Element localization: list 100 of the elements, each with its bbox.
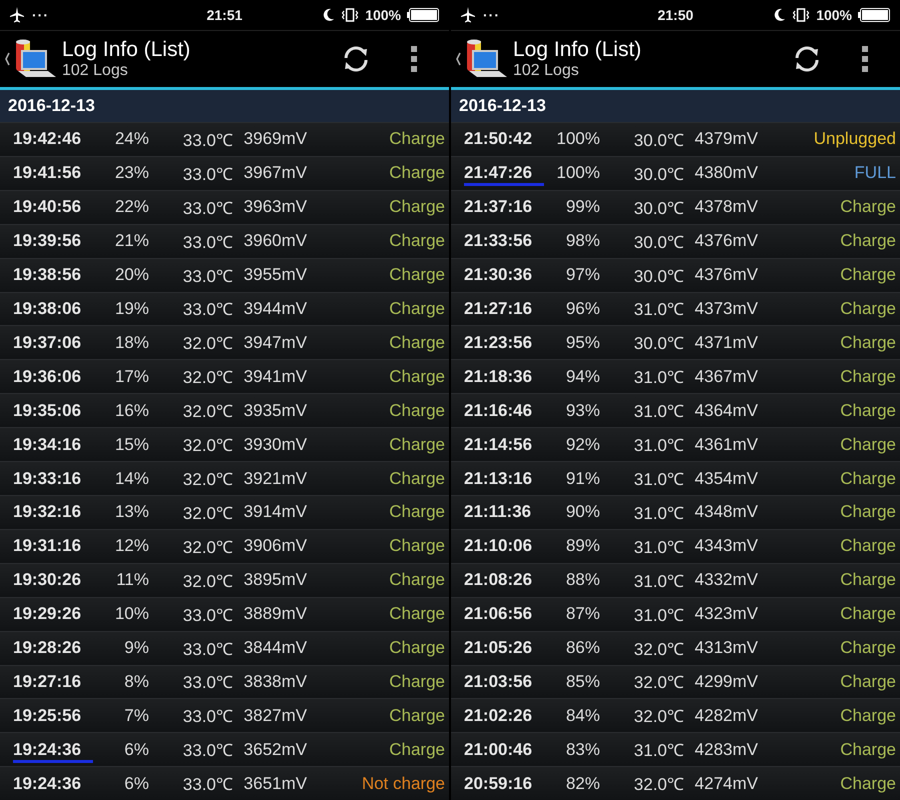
temperature: 31.0℃ xyxy=(632,502,684,524)
screen-title: Log Info (List) xyxy=(513,38,642,62)
temperature: 33.0℃ xyxy=(182,638,233,660)
voltage: 4380mV xyxy=(694,163,758,184)
battery-level: 21% xyxy=(114,231,149,252)
temperature: 32.0℃ xyxy=(182,367,233,388)
battery-level: 99% xyxy=(564,197,600,218)
voltage: 4364mV xyxy=(694,400,758,421)
voltage: 4367mV xyxy=(694,366,758,387)
voltage: 4332mV xyxy=(694,570,758,590)
battery-level: 94% xyxy=(564,366,600,387)
charge-status: Charge xyxy=(839,774,896,794)
voltage: 4348mV xyxy=(694,502,758,522)
voltage: 3947mV xyxy=(242,332,307,353)
battery-level: 85% xyxy=(564,672,600,692)
charge-status: Charge xyxy=(388,332,445,353)
charge-status: Charge xyxy=(839,434,896,455)
temperature: 32.0℃ xyxy=(182,333,233,354)
temperature: 31.0℃ xyxy=(632,401,684,422)
charge-status: Charge xyxy=(839,332,896,353)
battery-level: 12% xyxy=(114,536,149,556)
log-time: 19:27:16 xyxy=(13,672,82,692)
charge-status: Charge xyxy=(839,231,896,252)
temperature: 33.0℃ xyxy=(182,604,233,626)
battery-level: 6% xyxy=(123,774,149,794)
clock: 21:51 xyxy=(206,7,244,23)
voltage: 4299mV xyxy=(694,672,758,692)
temperature: 30.0℃ xyxy=(632,232,684,253)
voltage: 3914mV xyxy=(242,502,307,522)
charge-status: Charge xyxy=(388,638,445,658)
log-time: 21:06:56 xyxy=(464,604,534,624)
voltage: 4373mV xyxy=(694,298,758,319)
voltage: 3941mV xyxy=(242,366,307,387)
log-time: 19:36:06 xyxy=(13,366,82,387)
log-count: 102 Logs xyxy=(513,62,580,80)
battery-level: 11% xyxy=(115,570,149,590)
battery-level: 15% xyxy=(114,434,149,455)
temperature: 33.0℃ xyxy=(182,130,233,151)
battery-level: 89% xyxy=(564,536,600,556)
log-time: 21:14:56 xyxy=(464,434,534,455)
battery-level: 16% xyxy=(114,400,149,421)
log-time: 19:38:56 xyxy=(13,265,82,286)
log-time: 21:02:26 xyxy=(464,706,534,726)
voltage: 4323mV xyxy=(694,604,758,624)
voltage: 3935mV xyxy=(242,400,307,421)
voltage: 4361mV xyxy=(694,434,758,455)
voltage: 4376mV xyxy=(694,231,758,252)
voltage: 4379mV xyxy=(694,129,758,150)
temperature: 30.0℃ xyxy=(632,198,684,219)
temperature: 31.0℃ xyxy=(632,367,684,388)
charge-status: Charge xyxy=(388,129,445,150)
temperature: 32.0℃ xyxy=(632,774,684,796)
battery-icon xyxy=(407,8,439,22)
battery-level: 19% xyxy=(114,298,149,319)
log-time: 21:18:36 xyxy=(464,366,534,387)
charge-status: Charge xyxy=(839,400,896,421)
log-time: 21:11:36 xyxy=(464,502,532,522)
overflow-menu-icon[interactable] xyxy=(411,46,417,72)
temperature: 31.0℃ xyxy=(632,299,684,320)
temperature: 32.0℃ xyxy=(182,469,233,490)
charge-status: Charge xyxy=(388,163,445,184)
battery-level: 24% xyxy=(114,129,149,150)
log-time: 19:40:56 xyxy=(13,197,82,218)
battery-level: 8% xyxy=(123,672,149,692)
charge-status: Charge xyxy=(388,740,445,760)
charge-status: Charge xyxy=(388,231,445,252)
battery-level: 23% xyxy=(114,163,149,184)
voltage: 4376mV xyxy=(694,265,758,286)
screen-title: Log Info (List) xyxy=(62,38,192,62)
log-time: 19:33:16 xyxy=(13,468,82,489)
log-time: 21:13:16 xyxy=(464,468,534,489)
charge-status: Charge xyxy=(388,570,445,590)
log-time: 21:05:26 xyxy=(464,638,534,658)
temperature: 32.0℃ xyxy=(182,570,233,592)
charge-status: Unplugged xyxy=(812,129,896,150)
notification-dots: ··· xyxy=(483,7,500,23)
charge-status: Charge xyxy=(839,638,896,658)
battery-percent: 100% xyxy=(816,7,852,23)
temperature: 30.0℃ xyxy=(632,266,684,287)
temperature: 33.0℃ xyxy=(182,164,233,185)
charge-status: Charge xyxy=(388,706,445,726)
log-time: 21:27:16 xyxy=(464,298,534,319)
log-time: 19:30:26 xyxy=(13,570,82,590)
clock: 21:50 xyxy=(656,7,694,23)
charge-status: Charge xyxy=(839,706,896,726)
log-time: 21:16:46 xyxy=(464,400,534,421)
airplane-icon xyxy=(10,7,24,23)
log-count: 102 Logs xyxy=(62,62,129,80)
log-time: 21:37:16 xyxy=(464,197,534,218)
voltage: 3652mV xyxy=(242,740,307,760)
temperature: 32.0℃ xyxy=(182,502,233,524)
temperature: 30.0℃ xyxy=(632,130,684,151)
log-time: 21:10:06 xyxy=(464,536,534,556)
battery-level: 87% xyxy=(564,604,600,624)
overflow-menu-icon[interactable] xyxy=(862,46,868,72)
voltage: 3921mV xyxy=(242,468,307,489)
log-time: 21:23:56 xyxy=(464,332,534,353)
charge-status: Charge xyxy=(839,468,896,489)
log-time: 19:32:16 xyxy=(13,502,82,522)
temperature: 31.0℃ xyxy=(632,740,684,762)
